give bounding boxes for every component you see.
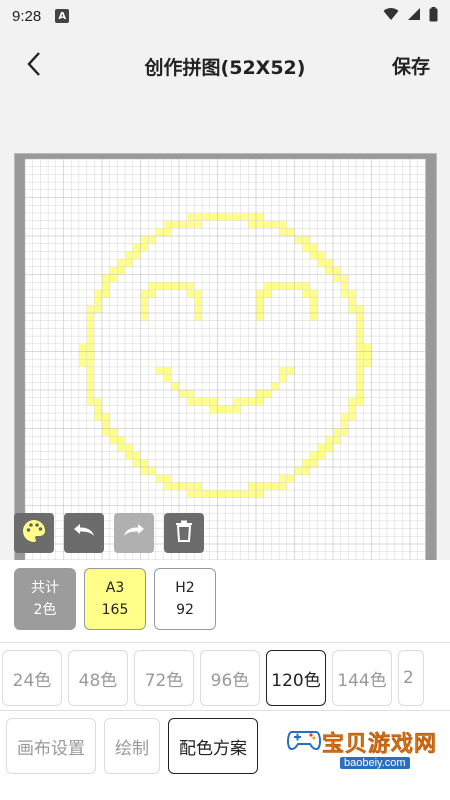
palette-size-row: 24色 48色 72色 96色 120色 144色 2 (0, 650, 450, 706)
signal-icon (407, 7, 421, 25)
palette-partial[interactable]: 2 (398, 650, 424, 706)
palette-24[interactable]: 24色 (2, 650, 62, 706)
bottom-panel: 共计 2色 A3 165 H2 92 24色 48色 72色 96色 120色 … (0, 560, 450, 800)
draw-button[interactable]: 绘制 (104, 718, 160, 774)
palette-144[interactable]: 144色 (332, 650, 392, 706)
color-chip-a3[interactable]: A3 165 (84, 568, 146, 630)
color-chip-h2[interactable]: H2 92 (154, 568, 216, 630)
undo-icon (72, 521, 96, 545)
color-scheme-button[interactable]: 配色方案 (168, 718, 258, 774)
redo-icon (122, 521, 146, 545)
pixel-canvas[interactable] (14, 153, 437, 565)
status-bar: 9:28 A (0, 0, 450, 32)
palette-72[interactable]: 72色 (134, 650, 194, 706)
color-code: H2 (175, 580, 195, 596)
back-button[interactable] (18, 50, 50, 82)
divider (0, 642, 450, 643)
action-row: 画布设置 绘制 配色方案 (6, 718, 258, 774)
gamepad-icon (286, 722, 322, 756)
page-title: 创作拼图(52X52) (144, 56, 306, 79)
trash-icon (175, 520, 193, 546)
palette-icon (21, 518, 47, 548)
notification-badge: A (55, 9, 70, 23)
total-label: 共计 (31, 580, 59, 596)
app-header: 创作拼图(52X52) 保存 (0, 40, 450, 92)
color-counts: 共计 2色 A3 165 H2 92 (14, 568, 216, 630)
battery-icon (429, 6, 438, 26)
total-colors-chip: 共计 2色 (14, 568, 76, 630)
chevron-left-icon (25, 51, 43, 81)
palette-96[interactable]: 96色 (200, 650, 260, 706)
divider (0, 710, 450, 711)
redo-button[interactable] (114, 513, 154, 553)
undo-button[interactable] (64, 513, 104, 553)
palette-120[interactable]: 120色 (266, 650, 326, 706)
palette-48[interactable]: 48色 (68, 650, 128, 706)
total-value: 2色 (33, 602, 57, 618)
color-count: 165 (101, 602, 129, 618)
wifi-icon (383, 7, 399, 25)
watermark-text: 宝贝游戏网 (322, 732, 438, 758)
delete-button[interactable] (164, 513, 204, 553)
watermark: 宝贝游戏网 baobeiy.com (282, 712, 450, 778)
palette-button[interactable] (14, 513, 54, 553)
status-time: 9:28 (12, 7, 42, 25)
tool-bar (14, 513, 204, 553)
canvas-settings-button[interactable]: 画布设置 (6, 718, 96, 774)
color-code: A3 (105, 580, 125, 596)
save-button[interactable]: 保存 (392, 52, 430, 79)
pixel-grid[interactable] (15, 154, 437, 565)
watermark-url: baobeiy.com (340, 757, 410, 769)
color-count: 92 (176, 602, 194, 618)
